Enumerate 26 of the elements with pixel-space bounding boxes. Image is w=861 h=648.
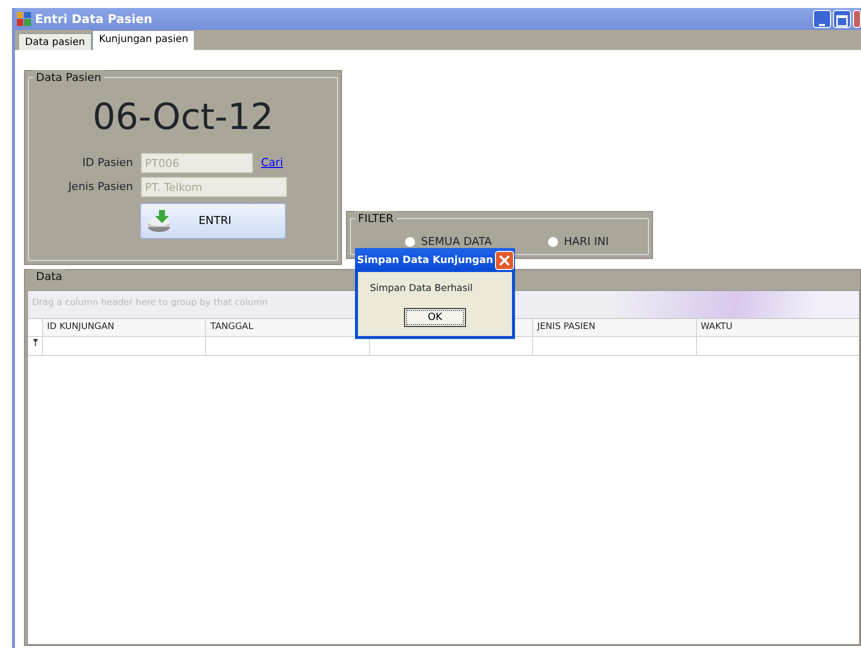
close-button[interactable]	[495, 250, 514, 270]
field-label: Jenis Pasien	[66, 178, 133, 195]
maximize-button[interactable]	[833, 10, 851, 28]
entri-button[interactable]: ENTRI	[140, 203, 286, 239]
radio-label: HARI INI	[564, 234, 609, 250]
ok-button[interactable]: OK	[404, 308, 466, 328]
radio-button[interactable]	[548, 237, 558, 248]
dialog-title: Simpan Data Kunjungan	[357, 254, 494, 268]
column-header: WAKTU	[696, 319, 860, 336]
maximize-icon	[834, 12, 850, 29]
minimize-button[interactable]	[813, 10, 831, 28]
column-header: JENIS PASIEN	[532, 319, 696, 336]
close-button[interactable]	[853, 10, 861, 28]
minimize-icon	[819, 24, 825, 26]
close-icon	[499, 254, 510, 266]
radio-label: SEMUA DATA	[421, 234, 492, 250]
row-marker-icon	[32, 339, 38, 346]
date-display: 06-Oct-12	[92, 96, 274, 140]
app-icon	[17, 12, 31, 26]
tab[interactable]: Kunjungan pasien	[92, 30, 196, 50]
tab[interactable]: Data pasien	[18, 33, 92, 50]
radio-button[interactable]	[405, 237, 415, 248]
search-link[interactable]: Cari	[261, 154, 283, 172]
field-label: ID Pasien	[81, 154, 133, 171]
column-header: ID KUNJUNGAN	[42, 319, 206, 336]
window-title: Entri Data Pasien	[35, 11, 152, 28]
